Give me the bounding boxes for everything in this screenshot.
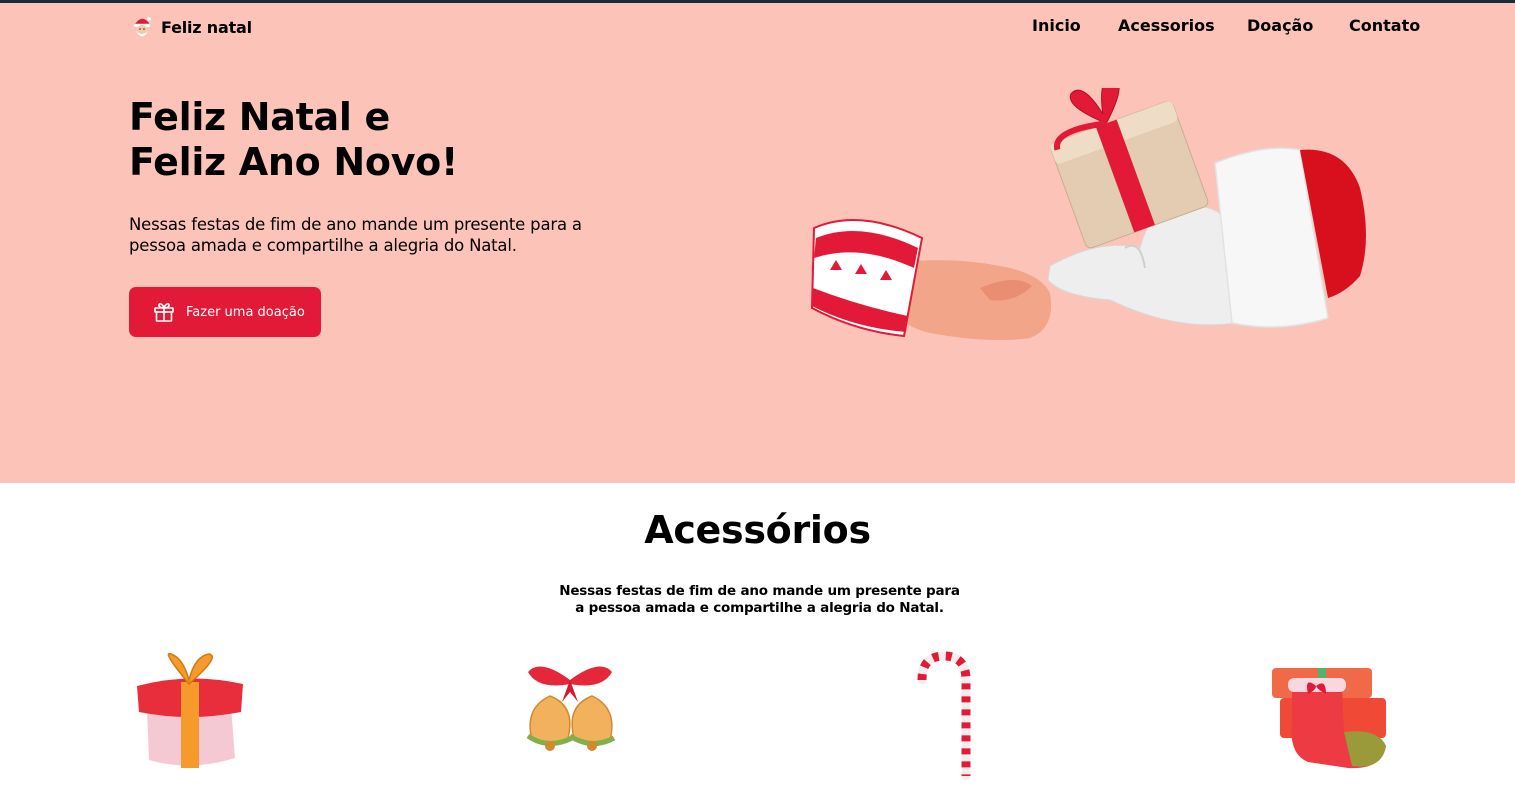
nav-link-contato[interactable]: Contato [1349,16,1420,38]
donate-button[interactable]: Fazer uma doação [129,287,321,337]
hero-section: Feliz natal Inicio Acessorios Doação Con… [0,3,1515,483]
nav-link-doacao[interactable]: Doação [1247,16,1313,38]
candy-cane-icon [917,651,971,780]
santa-icon [133,16,152,37]
christmas-bells-icon [526,666,616,751]
nav-link-acessorios[interactable]: Acessorios [1118,16,1215,38]
hands-giving-gift-illustration [810,88,1366,341]
hero-description: Nessas festas de fim de ano mande um pre… [129,215,582,255]
brand-name: Feliz natal [161,17,252,37]
gift-icon [154,302,174,322]
accessory-item-gift[interactable] [131,650,249,772]
hero-title: Feliz Natal e Feliz Ano Novo! [129,95,649,185]
brand-logo[interactable]: Feliz natal [131,13,252,41]
hero-title-line-1: Feliz Natal e [129,95,390,139]
accessories-title: Acessórios [644,508,871,552]
nav-link-inicio[interactable]: Inicio [1032,16,1081,38]
christmas-stocking-icon [1272,668,1386,769]
accessory-item-bells[interactable] [510,650,630,762]
accessory-item-stocking[interactable] [1268,650,1390,772]
donate-button-label: Fazer uma doação [186,304,305,320]
gift-box-icon [137,652,243,768]
accessory-item-candy-cane[interactable] [908,650,978,780]
accessories-description: Nessas festas de fim de ano mande um pre… [559,583,960,616]
hero-title-line-2: Feliz Ano Novo! [129,140,459,184]
